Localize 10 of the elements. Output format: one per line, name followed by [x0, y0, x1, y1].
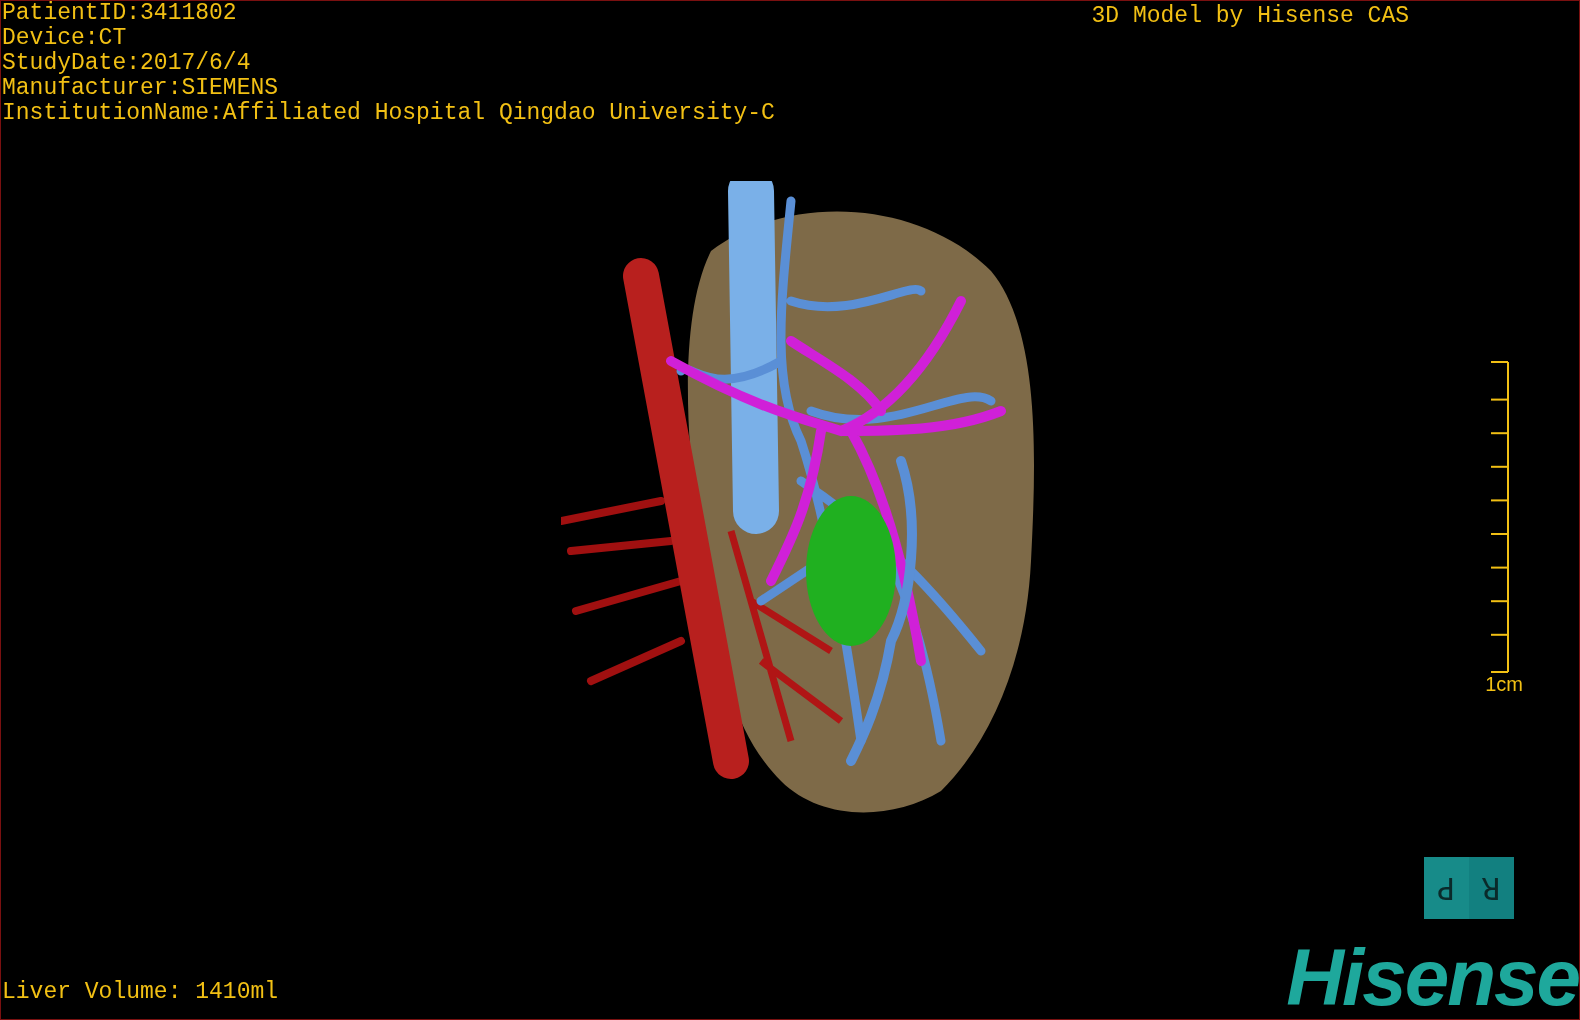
info-text: StudyDate:2017/6/4 — [2, 51, 252, 76]
viewer-title: 3D Model by Hisense CAS — [1091, 2, 1409, 31]
info-text: Device:CT — [2, 26, 128, 51]
info-text: Manufacturer:SIEMENS — [2, 76, 280, 101]
orientation-cube[interactable]: P R — [1424, 857, 1514, 919]
info-text: InstitutionName:Affiliated Hospital Qingdao University-C — [2, 101, 775, 126]
brand-logo: Hisense — [1286, 945, 1579, 1011]
scale-label: 1cm — [1485, 673, 1523, 695]
info-text: PatientID:3411802 — [2, 1, 238, 26]
volume-text: Liver Volume: 1410ml — [1, 979, 279, 1005]
